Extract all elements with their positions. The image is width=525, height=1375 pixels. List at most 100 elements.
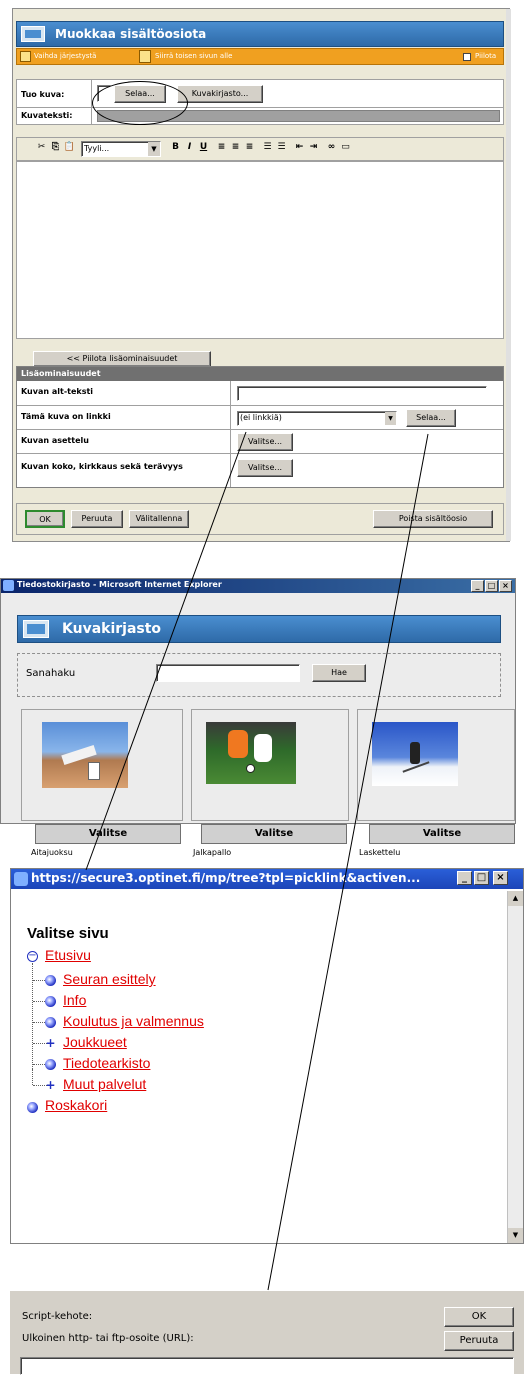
page-node-icon	[45, 975, 56, 986]
ordered-list-icon[interactable]: ☰	[261, 141, 274, 154]
link-select[interactable]: (ei linkkiä) ▼	[237, 411, 397, 426]
cancel-button[interactable]: Peruuta	[71, 510, 123, 528]
expand-icon[interactable]: +	[45, 1037, 56, 1049]
url-input[interactable]	[20, 1357, 514, 1375]
monitor-icon	[21, 26, 45, 42]
page-picker-window: https://secure3.optinet.fi/mp/tree?tpl=p…	[10, 868, 524, 1244]
prompt-ok-button[interactable]: OK	[444, 1307, 514, 1327]
script-prompt-dialog: Script-kehote: Ulkoinen http- tai ftp-os…	[10, 1290, 524, 1375]
image-caption: Aitajuoksu	[31, 848, 73, 857]
caption-row-line	[17, 107, 503, 108]
tree-child-link[interactable]: Seuran esittely	[63, 971, 156, 987]
select-image-button[interactable]: Valitse	[369, 824, 515, 844]
search-panel: Sanahaku Hae	[17, 653, 501, 697]
select-image-button[interactable]: Valitse	[201, 824, 347, 844]
paste-icon[interactable]: 📋	[63, 141, 76, 154]
picker-heading: Valitse sivu	[27, 925, 109, 942]
extras-table: Lisäominaisuudet Kuvan alt-teksti Tämä k…	[16, 366, 504, 488]
close-button[interactable]: ×	[493, 871, 508, 885]
minimize-button[interactable]: _	[457, 871, 472, 885]
scroll-up-icon[interactable]: ▲	[508, 891, 523, 906]
copy-icon[interactable]: ⎘	[49, 141, 62, 154]
unordered-list-icon[interactable]: ☰	[275, 141, 288, 154]
picker-scrollbar[interactable]: ▲ ▼	[507, 891, 523, 1243]
size-select-button[interactable]: Valitse...	[237, 459, 293, 477]
editor-title: Muokkaa sisältöosiota	[55, 27, 207, 41]
page-node-icon	[45, 1059, 56, 1070]
hide-checkbox[interactable]	[463, 53, 471, 61]
table-icon[interactable]: ▭	[339, 141, 352, 154]
image-card	[357, 709, 515, 821]
prompt-label: Ulkoinen http- tai ftp-osoite (URL):	[22, 1333, 194, 1344]
rte-toolbar: ✂ ⎘ 📋 Tyyli... ▼ B I U ≡ ≡ ≡ ☰ ☰ ⇤ ⇥ ∞ ▭	[16, 137, 504, 161]
search-button[interactable]: Hae	[312, 664, 366, 682]
library-logo-icon	[23, 620, 49, 638]
skiing-image[interactable]	[372, 722, 458, 786]
hide-label: Piilota	[475, 52, 497, 60]
hurdles-image[interactable]	[42, 722, 128, 788]
page-node-icon	[45, 1017, 56, 1028]
layout-label: Kuvan asettelu	[21, 436, 89, 445]
bold-icon[interactable]: B	[169, 141, 182, 154]
hide-extra-button[interactable]: << Piilota lisäominaisuudet	[33, 351, 211, 367]
tree-child-link[interactable]: Tiedotearkisto	[63, 1055, 150, 1071]
link-browse-button[interactable]: Selaa...	[406, 409, 456, 427]
rte-content-area[interactable]	[16, 161, 504, 339]
picker-url: https://secure3.optinet.fi/mp/tree?tpl=p…	[31, 871, 421, 885]
ok-button[interactable]: OK	[25, 510, 65, 528]
trash-link[interactable]: Roskakori	[45, 1097, 107, 1113]
size-label: Kuvan koko, kirkkaus sekä terävyys	[21, 462, 183, 471]
italic-icon[interactable]: I	[183, 141, 196, 154]
close-button[interactable]: ×	[499, 580, 512, 592]
football-image[interactable]	[206, 722, 296, 784]
image-library-button[interactable]: Kuvakirjasto...	[177, 85, 263, 103]
editor-title-bar: Muokkaa sisältöosiota	[16, 21, 504, 47]
select-image-button[interactable]: Valitse	[35, 824, 181, 844]
import-label: Tuo kuva:	[21, 90, 65, 99]
order-icon[interactable]	[20, 51, 31, 62]
maximize-button[interactable]: □	[474, 871, 489, 885]
ie-icon	[3, 580, 14, 591]
tree-child-link[interactable]: Muut palvelut	[63, 1076, 146, 1092]
prompt-title: Script-kehote:	[22, 1311, 93, 1322]
options-bar: Vaihda järjestystä Siirrä toisen sivun a…	[16, 48, 504, 65]
layout-select-button[interactable]: Valitse...	[237, 433, 293, 451]
minimize-button[interactable]: _	[471, 580, 484, 592]
align-right-icon[interactable]: ≡	[243, 141, 256, 154]
tree-child-link[interactable]: Koulutus ja valmennus	[63, 1013, 204, 1029]
delete-section-button[interactable]: Poista sisältöosio	[373, 510, 493, 528]
image-link-label: Tämä kuva on linkki	[21, 412, 111, 421]
prompt-cancel-button[interactable]: Peruuta	[444, 1331, 514, 1351]
scroll-down-icon[interactable]: ▼	[508, 1228, 523, 1243]
picker-titlebar: https://secure3.optinet.fi/mp/tree?tpl=p…	[11, 869, 523, 889]
chevron-down-icon: ▼	[385, 412, 396, 425]
extras-header: Lisäominaisuudet	[17, 367, 503, 381]
expand-icon[interactable]: +	[45, 1079, 56, 1091]
link-icon[interactable]: ∞	[325, 141, 338, 154]
minus-icon[interactable]: −	[27, 951, 38, 962]
align-center-icon[interactable]: ≡	[229, 141, 242, 154]
editor-panel: Muokkaa sisältöosiota Vaihda järjestystä…	[12, 8, 511, 542]
style-select[interactable]: Tyyli... ▼	[81, 141, 161, 157]
search-input[interactable]	[156, 664, 300, 682]
library-window-title: Tiedostokirjasto - Microsoft Internet Ex…	[17, 580, 222, 589]
align-left-icon[interactable]: ≡	[215, 141, 228, 154]
tree-child-link[interactable]: Joukkueet	[63, 1034, 127, 1050]
import-row: Tuo kuva: Selaa... Kuvakirjasto... Kuvat…	[16, 79, 504, 125]
editor-scrollbar[interactable]	[506, 9, 511, 541]
alt-text-input[interactable]	[237, 386, 487, 401]
bottom-bar: OK Peruuta Välitallenna Poista sisältöos…	[16, 503, 504, 535]
tree-root-link[interactable]: Etusivu	[45, 947, 91, 963]
indent-icon[interactable]: ⇥	[307, 141, 320, 154]
save-draft-button[interactable]: Välitallenna	[129, 510, 189, 528]
maximize-button[interactable]: □	[485, 580, 498, 592]
trash-node-icon	[27, 1102, 38, 1113]
underline-icon[interactable]: U	[197, 141, 210, 154]
move-link[interactable]: Siirrä toisen sivun alle	[155, 52, 232, 60]
order-link[interactable]: Vaihda järjestystä	[34, 52, 96, 60]
library-window-titlebar: Tiedostokirjasto - Microsoft Internet Ex…	[1, 579, 515, 593]
cut-icon[interactable]: ✂	[35, 141, 48, 154]
tree-child-link[interactable]: Info	[63, 992, 86, 1008]
outdent-icon[interactable]: ⇤	[293, 141, 306, 154]
move-icon[interactable]	[139, 50, 151, 63]
